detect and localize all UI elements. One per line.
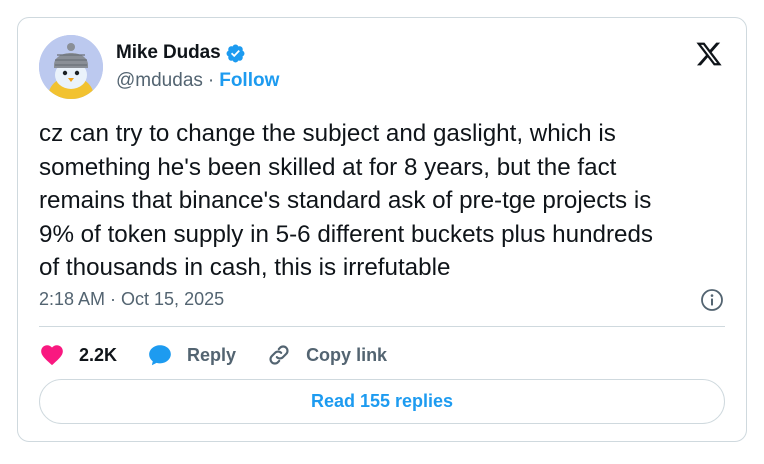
- separator: ·: [207, 70, 215, 91]
- copy-link-label: Copy link: [306, 344, 388, 365]
- copy-link-button[interactable]: Copy link: [266, 342, 387, 368]
- x-logo-icon[interactable]: [694, 40, 724, 68]
- tweet-card: Mike Dudas @mdudas · Follow cz can try t…: [17, 17, 747, 442]
- author-handle-row: @mdudas · Follow: [116, 70, 279, 92]
- read-replies-button[interactable]: Read 155 replies: [39, 379, 725, 424]
- divider: [39, 326, 725, 327]
- reply-label: Reply: [187, 344, 237, 365]
- author-name[interactable]: Mike Dudas: [116, 42, 221, 64]
- like-button[interactable]: 2.2K: [39, 342, 147, 368]
- like-count: 2.2K: [79, 344, 118, 365]
- speech-bubble-icon: [147, 342, 173, 368]
- action-bar: 2.2K Reply Copy link: [39, 342, 387, 368]
- reply-button[interactable]: Reply: [147, 342, 266, 368]
- tweet-timestamp[interactable]: 2:18 AM · Oct 15, 2025: [39, 289, 224, 310]
- author-name-row: Mike Dudas: [116, 42, 246, 64]
- tweet-text: cz can try to change the subject and gas…: [39, 120, 654, 281]
- author-handle[interactable]: @mdudas: [116, 70, 203, 92]
- link-icon: [266, 342, 292, 368]
- follow-button[interactable]: Follow: [219, 70, 279, 92]
- verified-badge-icon: [225, 43, 246, 64]
- heart-icon: [39, 342, 65, 368]
- info-icon[interactable]: [700, 288, 724, 312]
- read-replies-label: Read 155 replies: [310, 391, 454, 411]
- avatar[interactable]: [39, 35, 103, 99]
